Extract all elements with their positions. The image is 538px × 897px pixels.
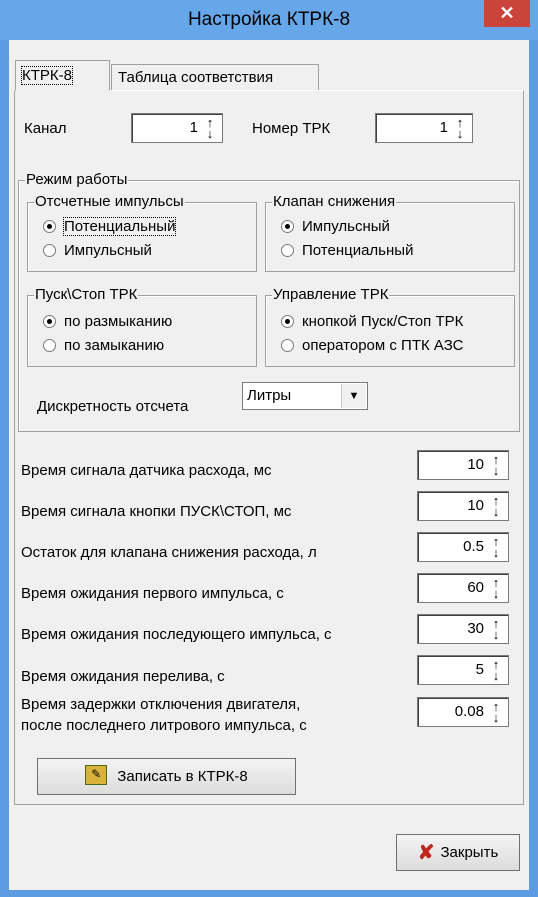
param-label: Время ожидания последующего импульса, с <box>21 626 332 643</box>
param-label-line1: Время задержки отключения двигателя, <box>21 696 301 713</box>
chevron-down-icon[interactable]: ▼ <box>341 384 366 408</box>
param-label-line2: после последнего литрового импульса, с <box>21 717 307 734</box>
radio-label: Импульсный <box>302 218 390 235</box>
channel-label: Канал <box>24 120 67 137</box>
startstop-open-radio[interactable]: по размыканию <box>43 312 172 332</box>
radio-label: по замыканию <box>64 337 165 354</box>
discreteness-label: Дискретность отсчета <box>37 398 189 415</box>
close-icon[interactable]: ✕ <box>484 0 530 27</box>
param-value: 10 <box>467 456 484 473</box>
write-icon: ✎ <box>85 765 108 786</box>
radio-selected-icon <box>281 314 294 328</box>
write-button[interactable]: ✎ Записать в КТРК-8 <box>37 758 296 795</box>
radio-selected-icon <box>43 314 56 328</box>
trk-number-value: 1 <box>439 119 448 136</box>
spin-arrows-icon[interactable]: ↑ ↓ <box>486 494 506 518</box>
overflow-wait-spinner[interactable]: 5 ↑ ↓ <box>417 655 509 685</box>
spin-arrows-icon[interactable]: ↑ ↓ <box>486 617 506 641</box>
startstop-group: Пуск\Стоп ТРК по размыканию по замыканию <box>27 286 257 367</box>
radio-label: оператором с ПТК АЗС <box>302 337 464 354</box>
spin-arrows-icon[interactable]: ↑ ↓ <box>486 576 506 600</box>
radio-label: Импульсный <box>64 242 152 259</box>
title-bar[interactable]: Настройка КТРК-8 ✕ <box>0 0 538 40</box>
pulses-impulse-radio[interactable]: Импульсный <box>43 241 152 261</box>
startstop-close-radio[interactable]: по замыканию <box>43 336 164 356</box>
param-value: 0.08 <box>454 703 484 720</box>
radio-label: Потенциальный <box>302 242 414 259</box>
red-x-icon: ✘ <box>417 841 435 864</box>
write-button-label: Записать в КТРК-8 <box>117 768 248 785</box>
pulses-group-title: Отсчетные импульсы <box>34 193 185 210</box>
valve-remainder-spinner[interactable]: 0.5 ↑ ↓ <box>417 532 509 562</box>
radio-unselected-icon <box>43 243 56 257</box>
control-group-title: Управление ТРК <box>272 286 390 303</box>
tab-ktrk8[interactable]: КТРК-8 <box>15 60 110 91</box>
radio-selected-icon <box>43 219 56 233</box>
close-button-label: Закрыть <box>440 844 499 861</box>
flow-sensor-time-spinner[interactable]: 10 ↑ ↓ <box>417 450 509 480</box>
discreteness-value: Литры <box>247 387 292 404</box>
channel-spinner[interactable]: 1 ↑ ↓ <box>131 113 223 143</box>
pulses-group: Отсчетные импульсы Потенциальный Импульс… <box>27 193 257 272</box>
window-title: Настройка КТРК-8 <box>187 9 351 30</box>
param-value: 5 <box>475 661 484 678</box>
radio-label: Потенциальный <box>62 217 177 236</box>
control-operator-radio[interactable]: оператором с ПТК АЗС <box>281 336 463 356</box>
trk-number-label: Номер ТРК <box>252 120 331 137</box>
pulses-potential-radio[interactable]: Потенциальный <box>43 217 177 237</box>
radio-label: по размыканию <box>64 313 173 330</box>
mode-group-title: Режим работы <box>25 171 129 188</box>
param-label: Остаток для клапана снижения расхода, л <box>21 544 317 561</box>
startstop-group-title: Пуск\Стоп ТРК <box>34 286 139 303</box>
valve-group-title: Клапан снижения <box>272 193 397 210</box>
spin-arrows-icon[interactable]: ↑ ↓ <box>486 535 506 559</box>
spin-arrows-icon[interactable]: ↑ ↓ <box>200 116 220 140</box>
channel-value: 1 <box>189 119 198 136</box>
motor-off-delay-spinner[interactable]: 0.08 ↑ ↓ <box>417 697 509 727</box>
close-button[interactable]: ✘ Закрыть <box>396 834 520 871</box>
dialog-client: КТРК-8 Таблица соответствия Канал 1 ↑ ↓ Н… <box>9 40 529 890</box>
tab-ktrk8-label: КТРК-8 <box>21 66 73 85</box>
param-value: 10 <box>467 497 484 514</box>
radio-unselected-icon <box>281 338 294 352</box>
tab-correspondence-label: Таблица соответствия <box>118 69 274 86</box>
control-group: Управление ТРК кнопкой Пуск/Стоп ТРК опе… <box>265 286 515 367</box>
radio-unselected-icon <box>281 243 294 257</box>
valve-group: Клапан снижения Импульсный Потенциальный <box>265 193 515 272</box>
param-value: 0.5 <box>463 538 484 555</box>
trk-number-spinner[interactable]: 1 ↑ ↓ <box>375 113 473 143</box>
valve-potential-radio[interactable]: Потенциальный <box>281 241 413 261</box>
param-label: Время сигнала кнопки ПУСК\СТОП, мс <box>21 503 292 520</box>
control-button-radio[interactable]: кнопкой Пуск/Стоп ТРК <box>281 312 463 332</box>
spin-arrows-icon[interactable]: ↑ ↓ <box>486 700 506 724</box>
tab-correspondence-table[interactable]: Таблица соответствия <box>111 64 319 90</box>
spin-arrows-icon[interactable]: ↑ ↓ <box>450 116 470 140</box>
startstop-button-time-spinner[interactable]: 10 ↑ ↓ <box>417 491 509 521</box>
radio-unselected-icon <box>43 338 56 352</box>
discreteness-select[interactable]: Литры ▼ <box>242 382 368 410</box>
param-value: 30 <box>467 620 484 637</box>
dialog-window: Настройка КТРК-8 ✕ КТРК-8 Таблица соотве… <box>0 0 538 897</box>
param-label: Время ожидания первого импульса, с <box>21 585 284 602</box>
first-pulse-wait-spinner[interactable]: 60 ↑ ↓ <box>417 573 509 603</box>
param-value: 60 <box>467 579 484 596</box>
param-label: Время сигнала датчика расхода, мс <box>21 462 272 479</box>
spin-arrows-icon[interactable]: ↑ ↓ <box>486 658 506 682</box>
spin-arrows-icon[interactable]: ↑ ↓ <box>486 453 506 477</box>
radio-selected-icon <box>281 219 294 233</box>
next-pulse-wait-spinner[interactable]: 30 ↑ ↓ <box>417 614 509 644</box>
param-label: Время ожидания перелива, с <box>21 668 225 685</box>
valve-impulse-radio[interactable]: Импульсный <box>281 217 390 237</box>
radio-label: кнопкой Пуск/Стоп ТРК <box>302 313 464 330</box>
